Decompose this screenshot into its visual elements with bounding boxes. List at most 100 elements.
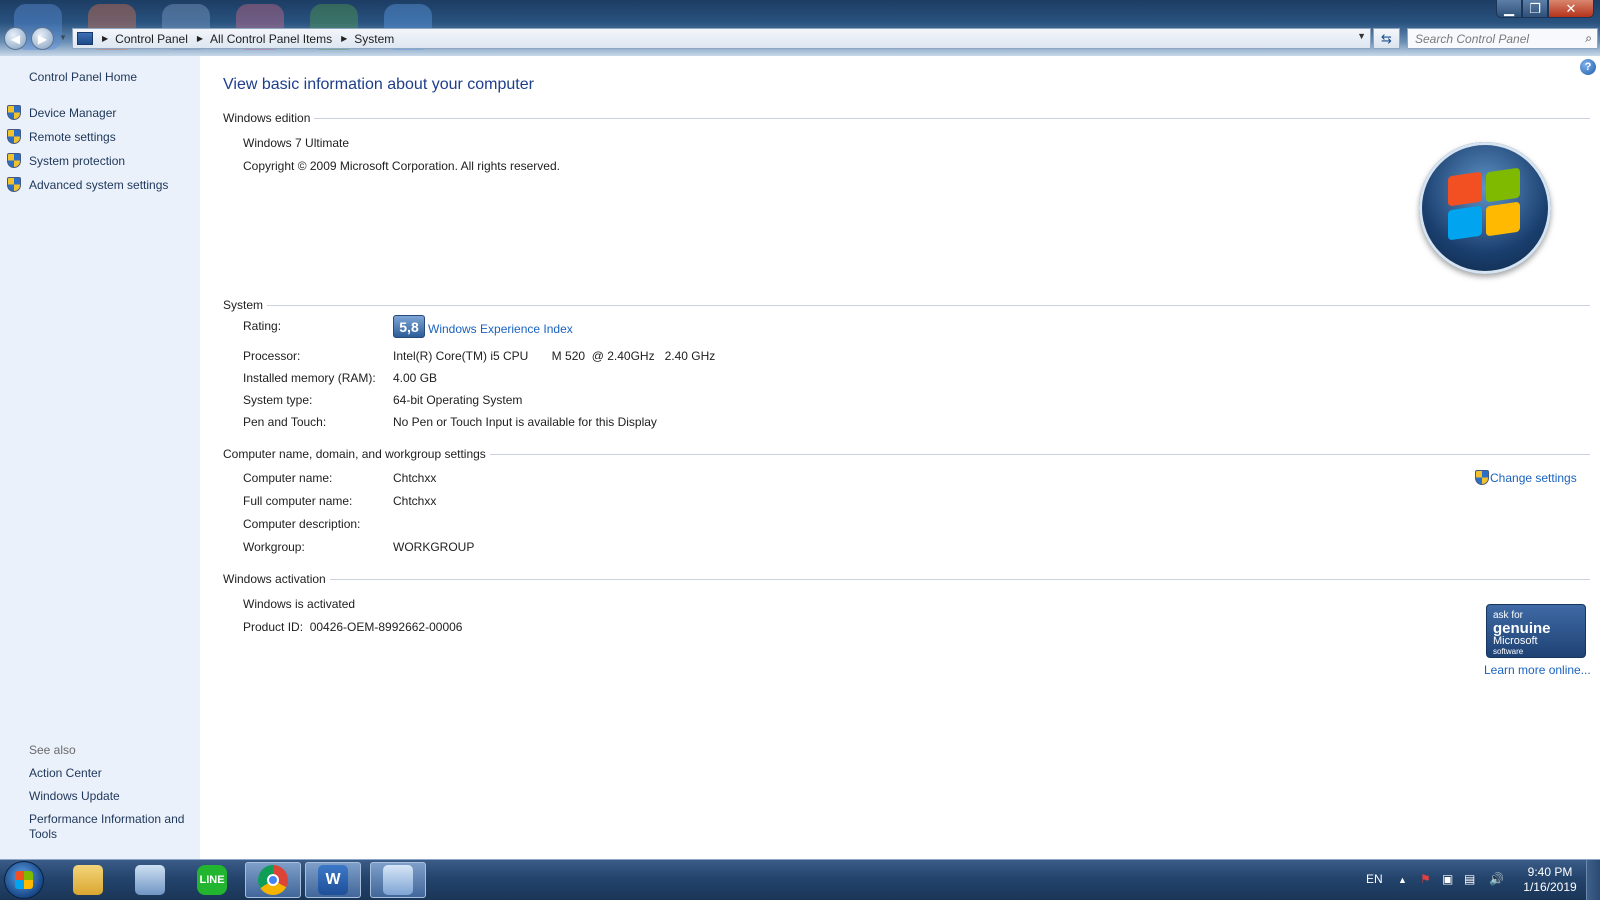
device-eject-icon[interactable]: ▣	[1442, 872, 1453, 886]
genuine-microsoft-text: Microsoft	[1493, 635, 1538, 647]
remote-settings-link[interactable]: Remote settings	[29, 130, 116, 144]
taskbar-line[interactable]: LINE	[184, 862, 240, 898]
system-protection-link[interactable]: System protection	[29, 154, 125, 168]
shield-icon	[7, 129, 21, 144]
clock-time: 9:40 PM	[1527, 865, 1573, 879]
address-bar[interactable]: ▶ Control Panel ▶ All Control Panel Item…	[72, 28, 1371, 49]
genuine-software-text: software	[1493, 647, 1524, 656]
help-icon[interactable]: ?	[1580, 59, 1596, 75]
control-panel-home-link[interactable]: Control Panel Home	[29, 70, 137, 84]
windows-flag-icon	[15, 871, 33, 889]
pen-touch-value: No Pen or Touch Input is available for t…	[393, 415, 657, 429]
device-manager-link[interactable]: Device Manager	[29, 106, 116, 120]
taskbar-explorer[interactable]	[60, 862, 116, 898]
window-controls: ▁ ❐ ✕	[1496, 0, 1594, 18]
action-center-flag-icon[interactable]: ⚑	[1420, 872, 1431, 886]
recent-pages-dropdown-icon[interactable]: ▼	[59, 33, 67, 42]
section-windows-edition: Windows edition	[223, 110, 1590, 126]
breadcrumb-system[interactable]: System	[354, 32, 394, 46]
search-input[interactable]: Search Control Panel ⌕	[1407, 28, 1598, 49]
advanced-system-settings-link[interactable]: Advanced system settings	[29, 178, 168, 192]
processor-label: Processor:	[243, 349, 301, 363]
taskbar: LINE W EN ▲ ⚑ ▣ ▤ 🔊 9:40 PM 1/16/2019	[0, 859, 1600, 900]
breadcrumb-control-panel[interactable]: Control Panel	[115, 32, 188, 46]
workgroup-label: Workgroup:	[243, 540, 305, 554]
section-divider	[267, 304, 1590, 306]
action-center-link[interactable]: Action Center	[29, 766, 102, 780]
breadcrumb-all-items[interactable]: All Control Panel Items	[210, 32, 332, 46]
section-system: System	[223, 297, 1590, 313]
section-heading: System	[223, 298, 264, 312]
genuine-microsoft-badge[interactable]: ask for genuine Microsoft software	[1486, 604, 1586, 658]
arrow-left-icon: ◀	[10, 31, 21, 46]
minimize-button[interactable]: ▁	[1496, 0, 1522, 18]
language-indicator[interactable]: EN	[1366, 872, 1383, 886]
address-dropdown-icon[interactable]: ▼	[1357, 31, 1366, 41]
show-hidden-icons-icon[interactable]: ▲	[1398, 875, 1407, 885]
learn-more-online-link[interactable]: Learn more online...	[1484, 663, 1591, 677]
refresh-button[interactable]: ⇆	[1373, 28, 1400, 49]
system-type-label: System type:	[243, 393, 313, 407]
left-pane: Control Panel Home Device Manager Remote…	[0, 56, 200, 859]
line-icon: LINE	[197, 865, 227, 895]
chrome-icon	[258, 865, 288, 895]
genuine-big-text: genuine	[1493, 620, 1551, 637]
restore-button[interactable]: ❐	[1522, 0, 1548, 18]
breadcrumb-arrow-icon[interactable]: ▶	[102, 34, 108, 43]
breadcrumb-arrow-icon[interactable]: ▶	[341, 34, 347, 43]
section-heading: Windows edition	[223, 111, 311, 125]
rating-label: Rating:	[243, 319, 282, 333]
search-icon[interactable]: ⌕	[1585, 31, 1592, 46]
forward-button[interactable]: ▶	[31, 27, 54, 50]
breadcrumb-arrow-icon[interactable]: ▶	[197, 34, 203, 43]
taskbar-remote-desktop[interactable]	[122, 862, 178, 898]
system-clock[interactable]: 9:40 PM 1/16/2019	[1520, 865, 1580, 895]
experience-index-badge[interactable]: 5,8	[393, 315, 425, 338]
computer-name-value: Chtchxx	[393, 471, 437, 485]
refresh-icon: ⇆	[1381, 30, 1392, 46]
start-button[interactable]	[4, 861, 44, 899]
network-icon[interactable]: ▤	[1464, 872, 1475, 886]
shield-icon	[7, 177, 21, 192]
taskbar-word[interactable]: W	[305, 862, 361, 898]
back-button[interactable]: ◀	[4, 27, 27, 50]
windows-experience-index-link[interactable]: Windows Experience Index	[428, 322, 573, 336]
performance-information-link[interactable]: Performance Information and Tools	[29, 812, 194, 842]
windows-logo-icon	[1419, 142, 1551, 274]
section-divider	[314, 117, 1590, 119]
section-divider	[329, 578, 1590, 580]
control-panel-icon	[383, 865, 413, 895]
close-button[interactable]: ✕	[1548, 0, 1594, 18]
shield-icon	[7, 153, 21, 168]
activation-status: Windows is activated	[243, 597, 356, 611]
shield-icon	[7, 105, 21, 120]
computer-name-label: Computer name:	[243, 471, 333, 485]
pen-touch-label: Pen and Touch:	[243, 415, 327, 429]
main-content: ? View basic information about your comp…	[200, 56, 1600, 859]
title-bar: ▁ ❐ ✕ ◀ ▶ ▼ ▶ Control Panel ▶ All Contro…	[0, 0, 1600, 56]
volume-icon[interactable]: 🔊	[1489, 872, 1504, 886]
computer-icon	[135, 865, 165, 895]
page-title: View basic information about your comput…	[223, 76, 534, 93]
arrow-right-icon: ▶	[37, 31, 48, 46]
show-desktop-button[interactable]	[1586, 860, 1600, 900]
windows-update-link[interactable]: Windows Update	[29, 789, 120, 803]
computer-description-label: Computer description:	[243, 517, 361, 531]
shield-icon	[1475, 470, 1489, 485]
system-type-value: 64-bit Operating System	[393, 393, 523, 407]
section-divider	[489, 453, 1590, 455]
memory-label: Installed memory (RAM):	[243, 371, 376, 385]
memory-value: 4.00 GB	[393, 371, 438, 385]
section-computer-name: Computer name, domain, and workgroup set…	[223, 446, 1590, 462]
full-computer-name-label: Full computer name:	[243, 494, 353, 508]
full-computer-name-value: Chtchxx	[393, 494, 437, 508]
change-settings-link[interactable]: Change settings	[1490, 471, 1577, 485]
word-icon: W	[318, 865, 348, 895]
control-panel-icon	[77, 32, 93, 45]
search-placeholder: Search Control Panel	[1415, 32, 1530, 46]
edition-name: Windows 7 Ultimate	[243, 136, 350, 150]
section-heading: Windows activation	[223, 572, 326, 586]
taskbar-chrome[interactable]	[245, 862, 301, 898]
taskbar-control-panel[interactable]	[370, 862, 426, 898]
clock-date: 1/16/2019	[1523, 880, 1577, 894]
